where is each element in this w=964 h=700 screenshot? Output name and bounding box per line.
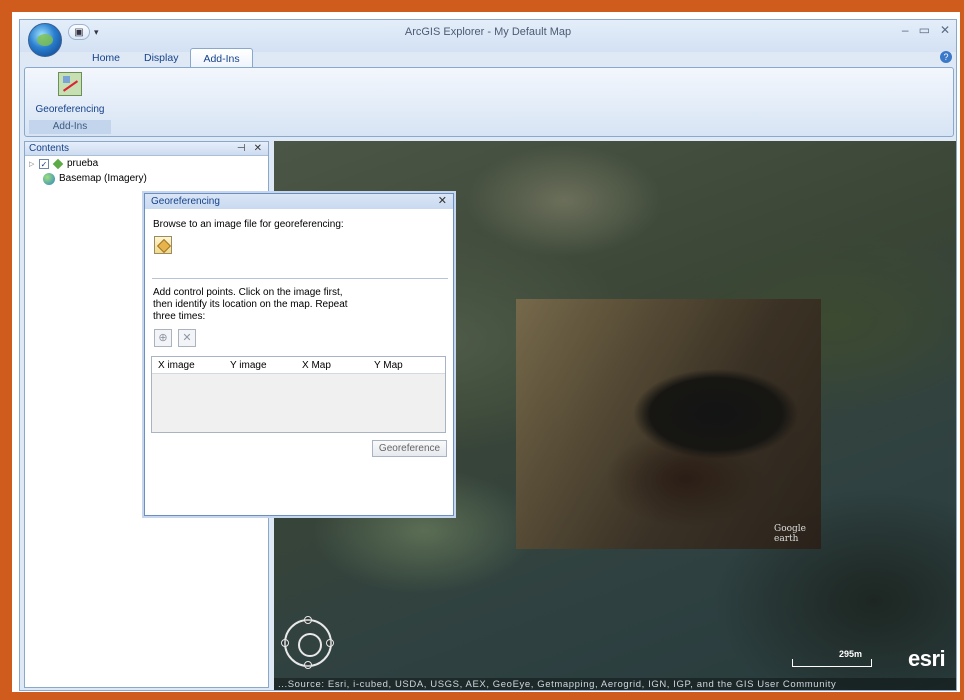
help-icon[interactable]: ? — [940, 51, 952, 63]
ribbon-panel: Georeferencing Add-Ins — [24, 67, 954, 137]
ribbon-tabs: Home Display Add-Ins — [80, 48, 253, 68]
layer-row-prueba[interactable]: ▷ ✓ prueba — [25, 156, 268, 171]
app-window: ▣ ▾ ArcGIS Explorer - My Default Map – ▭… — [19, 19, 957, 691]
layer-icon — [52, 158, 64, 169]
nav-west-icon[interactable] — [281, 639, 289, 647]
control-point-instruction: Add control points. Click on the image f… — [153, 287, 348, 323]
tab-add-ins[interactable]: Add-Ins — [190, 48, 253, 68]
application-menu-orb[interactable] — [28, 23, 62, 57]
layer-checkbox[interactable]: ✓ — [39, 158, 49, 169]
instruction-line-1: Add control points. Click on the image f… — [153, 287, 343, 298]
browse-instruction: Browse to an image file for georeferenci… — [153, 219, 344, 230]
nav-east-icon[interactable] — [326, 639, 334, 647]
layer-row-basemap[interactable]: Basemap (Imagery) — [25, 171, 268, 186]
dialog-title-bar: Georeferencing ✕ — [145, 194, 453, 209]
georeferencing-button[interactable]: Georeferencing — [29, 70, 111, 120]
layer-name: Basemap (Imagery) — [59, 173, 147, 184]
dialog-separator — [152, 278, 448, 279]
column-y-image[interactable]: Y image — [224, 357, 296, 373]
georeferenced-image-overlay[interactable]: Google earth — [516, 299, 821, 549]
georeferencing-button-label: Georeferencing — [35, 104, 105, 115]
dialog-close-icon[interactable]: ✕ — [438, 194, 447, 209]
dialog-title: Georeferencing — [151, 196, 220, 207]
overlay-watermark: Google earth — [774, 524, 806, 544]
column-x-map[interactable]: X Map — [296, 357, 368, 373]
control-points-table[interactable]: X image Y image X Map Y Map — [151, 356, 446, 433]
browse-image-button[interactable] — [154, 236, 172, 254]
layer-name: prueba — [67, 158, 99, 169]
instruction-line-3: three times: — [153, 311, 206, 322]
navigation-control[interactable] — [281, 616, 334, 669]
globe-icon — [43, 172, 55, 185]
nav-north-icon[interactable] — [304, 616, 312, 624]
close-icon[interactable]: ✕ — [940, 23, 950, 37]
scale-label: 295m — [839, 649, 863, 659]
tab-home[interactable]: Home — [80, 48, 132, 68]
nav-south-icon[interactable] — [304, 661, 312, 669]
window-title: ArcGIS Explorer - My Default Map — [404, 26, 572, 38]
ribbon-group-label: Add-Ins — [29, 120, 111, 134]
column-y-map[interactable]: Y Map — [368, 357, 440, 373]
expand-arrow-icon[interactable]: ▷ — [29, 160, 39, 168]
ribbon-group-add-ins: Georeferencing Add-Ins — [29, 70, 111, 134]
contents-title: Contents — [29, 143, 70, 154]
pin-icon[interactable]: ⊣ — [237, 142, 246, 156]
instruction-line-2: then identify its location on the map. R… — [153, 299, 348, 310]
tab-display[interactable]: Display — [132, 48, 190, 68]
minimize-icon[interactable]: – — [902, 23, 909, 37]
column-x-image[interactable]: X image — [152, 357, 224, 373]
delete-control-point-button[interactable]: ✕ — [178, 329, 196, 347]
georeference-button[interactable]: Georeference — [372, 440, 447, 457]
window-controls: – ▭ ✕ — [902, 23, 950, 37]
scale-bar — [792, 659, 872, 667]
add-control-point-button[interactable]: ⊕ — [154, 329, 172, 347]
restore-icon[interactable]: ▭ — [919, 23, 930, 37]
georeferencing-map-icon — [58, 72, 82, 96]
table-header-row: X image Y image X Map Y Map — [152, 357, 445, 374]
pane-close-icon[interactable]: ✕ — [254, 142, 262, 156]
georeferencing-dialog: Georeferencing ✕ Browse to an image file… — [144, 193, 454, 516]
attribution-text: ...Source: Esri, i-cubed, USDA, USGS, AE… — [274, 678, 956, 690]
esri-logo: esri — [908, 646, 946, 671]
contents-header: Contents ⊣ ✕ — [25, 142, 268, 156]
